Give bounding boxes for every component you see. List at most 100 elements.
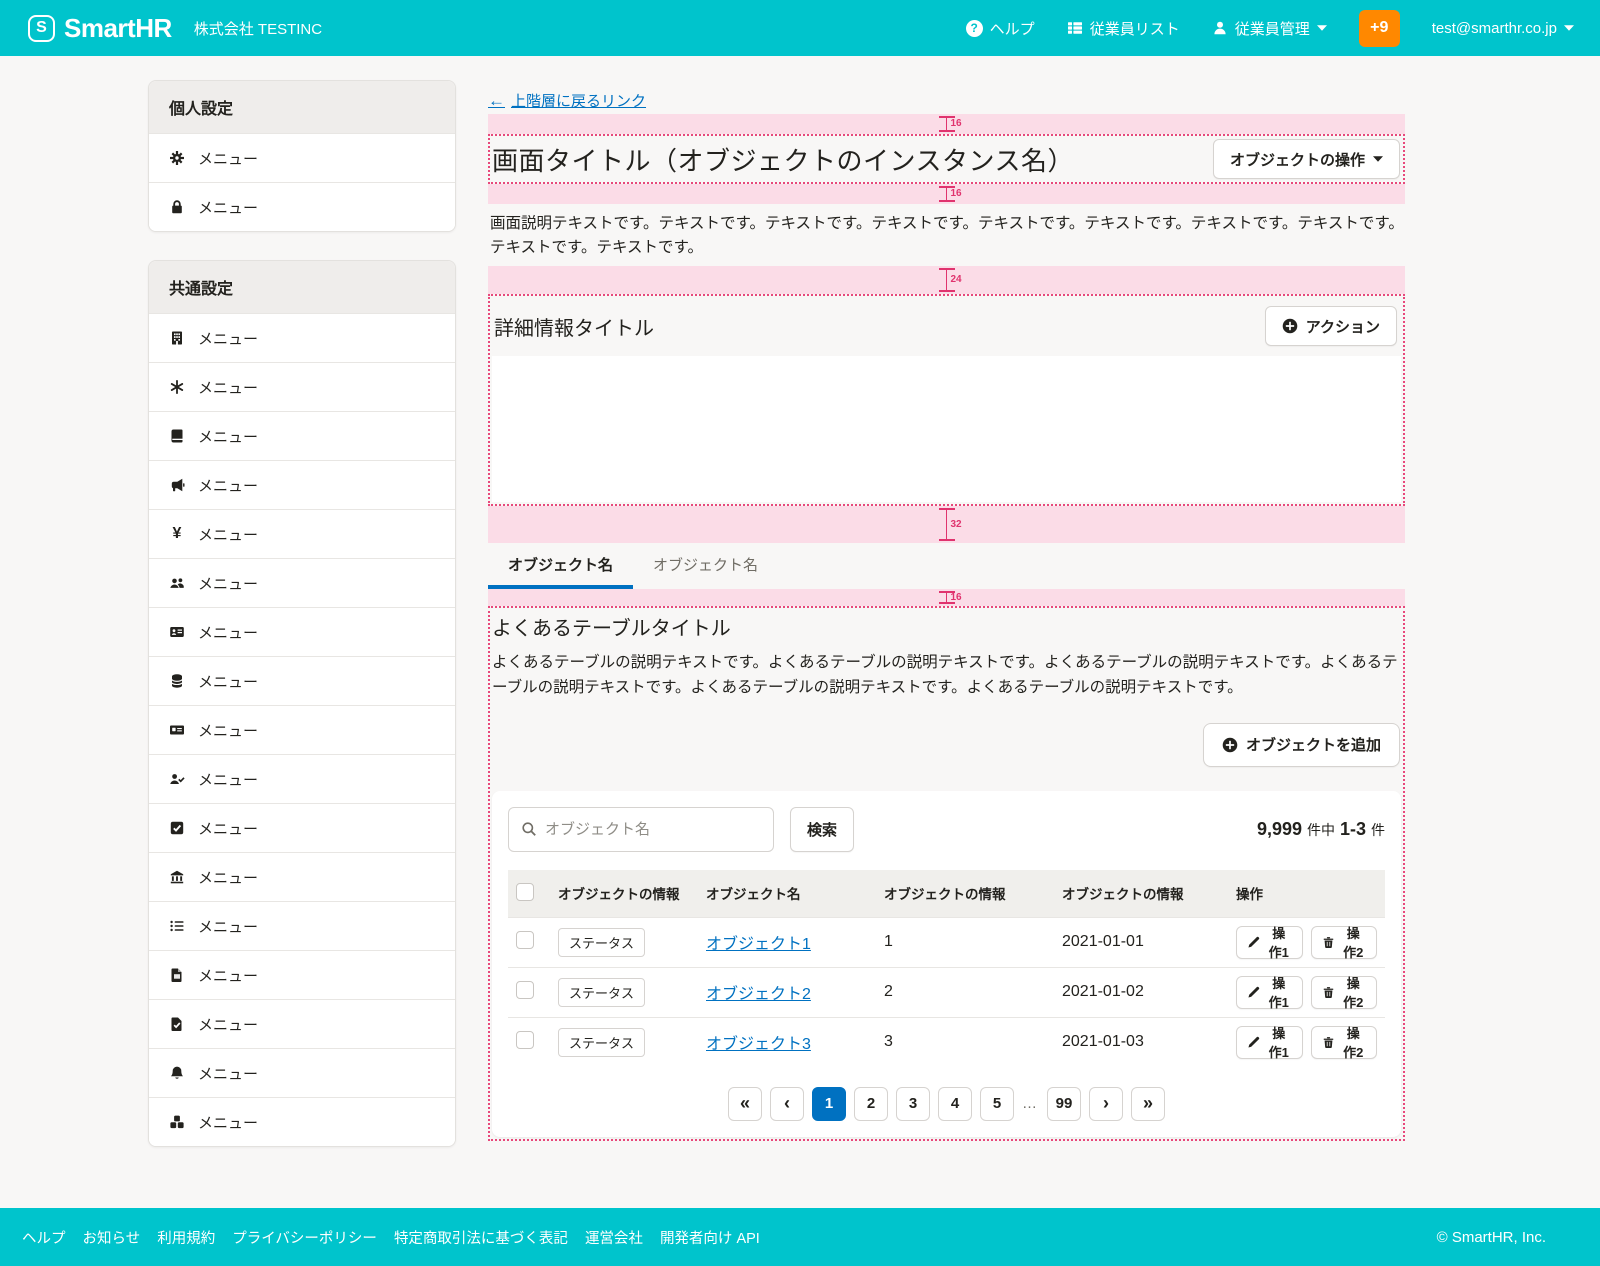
back-to-parent-link[interactable]: ← 上階層に戻るリンク [488,90,646,111]
table-section-description: よくあるテーブルの説明テキストです。よくあるテーブルの説明テキストです。よくある… [492,651,1401,701]
sidebar-item-menu[interactable]: メニュー [149,754,455,803]
object-link[interactable]: オブジェクト3 [706,1036,811,1053]
header-employee-mgmt-label: 従業員管理 [1235,18,1310,39]
sidebar-item-menu[interactable]: メニュー [149,133,455,182]
smarthr-logo[interactable]: S SmartHR [28,13,172,44]
sidebar-item-menu[interactable]: メニュー [149,803,455,852]
sidebar-item-menu[interactable]: メニュー [149,460,455,509]
tab-object-1[interactable]: オブジェクト名 [488,543,633,589]
sidebar-item-menu[interactable]: メニュー [149,1097,455,1146]
object-link[interactable]: オブジェクト1 [706,936,811,953]
footer-link-help[interactable]: ヘルプ [22,1227,66,1248]
pagination-page-4[interactable]: 4 [938,1087,972,1121]
header-help-label: ヘルプ [990,18,1035,39]
sidebar-item-menu[interactable]: メニュー [149,950,455,999]
sidebar-item-menu[interactable]: メニュー [149,313,455,362]
pagination-page-2[interactable]: 2 [854,1087,888,1121]
header-employee-mgmt-dropdown[interactable]: 従業員管理 [1212,18,1327,39]
footer-link-news[interactable]: お知らせ [83,1227,141,1248]
pagination-first-button[interactable]: « [728,1087,762,1121]
result-range: 1-3 [1340,819,1366,840]
edit-action-button[interactable]: 操作1 [1236,976,1303,1009]
detail-section-title: 詳細情報タイトル [494,312,654,341]
sidebar-item-label: メニュー [198,818,258,839]
sidebar-item-menu[interactable]: メニュー [149,705,455,754]
account-dropdown[interactable]: test@smarthr.co.jp [1432,20,1574,37]
column-header: オブジェクト名 [698,870,876,918]
delete-action-button[interactable]: 操作2 [1311,1026,1378,1059]
footer-links: ヘルプ お知らせ 利用規約 プライバシーポリシー 特定商取引法に基づく表記 運営… [22,1227,760,1248]
result-count: 9,999 件中 1-3 件 [1257,819,1385,840]
sidebar-item-menu[interactable]: メニュー [149,656,455,705]
user-check-icon [169,771,185,787]
sidebar-item-menu[interactable]: メニュー [149,607,455,656]
action-button[interactable]: アクション [1265,306,1397,346]
header-employee-list-link[interactable]: 従業員リスト [1067,18,1180,39]
footer-link-developer-api[interactable]: 開発者向け API [660,1227,760,1248]
pagination-page-1[interactable]: 1 [812,1087,846,1121]
select-row-checkbox[interactable] [516,1031,534,1049]
pagination-next-button[interactable]: › [1089,1087,1123,1121]
search-input[interactable] [545,821,761,838]
notification-count-badge[interactable]: +9 [1359,10,1400,47]
sidebar-item-menu[interactable]: メニュー [149,182,455,231]
select-row-checkbox[interactable] [516,931,534,949]
select-row-checkbox[interactable] [516,981,534,999]
spacing-indicator: 24 [488,266,1405,294]
sidebar-item-menu[interactable]: メニュー [149,852,455,901]
sidebar-item-menu[interactable]: メニュー [149,1048,455,1097]
object-link[interactable]: オブジェクト2 [706,986,811,1003]
header-help-link[interactable]: ? ヘルプ [966,18,1035,39]
pagination-last-button[interactable]: » [1131,1087,1165,1121]
person-icon [1212,20,1228,36]
edit-action-button[interactable]: 操作1 [1236,1026,1303,1059]
table-card: 検索 9,999 件中 1-3 件 オブジェクトの情報 オブジェクト名 [492,791,1401,1137]
sidebar-item-menu[interactable]: メニュー [149,362,455,411]
delete-action-button[interactable]: 操作2 [1311,926,1378,959]
pagination-prev-button[interactable]: ‹ [770,1087,804,1121]
object-actions-label: オブジェクトの操作 [1230,149,1365,170]
column-header: オブジェクトの情報 [876,870,1054,918]
sidebar-item-label: メニュー [198,1063,258,1084]
common-table-section: よくあるテーブルタイトル よくあるテーブルの説明テキストです。よくあるテーブルの… [488,606,1405,1141]
object-info-cell: 2 [876,967,1054,1017]
detail-section-body [492,356,1401,502]
pagination-page-3[interactable]: 3 [896,1087,930,1121]
tab-object-2[interactable]: オブジェクト名 [633,543,778,589]
sidebar-item-label: メニュー [198,148,258,169]
spacing-indicator: 16 [488,184,1405,204]
table-header-row: オブジェクトの情報 オブジェクト名 オブジェクトの情報 オブジェクトの情報 操作 [508,870,1385,918]
sidebar-group-common: 共通設定 メニュー メニュー メニュー メニュー ¥ メニュー [148,260,456,1147]
pagination-page-99[interactable]: 99 [1047,1087,1081,1121]
footer-link-operating-company[interactable]: 運営会社 [585,1227,643,1248]
back-arrow-icon: ← [488,91,505,111]
delete-action-button[interactable]: 操作2 [1311,976,1378,1009]
sidebar-item-menu[interactable]: メニュー [149,999,455,1048]
select-all-checkbox[interactable] [516,883,534,901]
sidebar-item-label: メニュー [198,769,258,790]
smarthr-logo-text: SmartHR [64,13,172,44]
bell-icon [169,1065,185,1081]
sidebar-group-title: 個人設定 [149,81,455,133]
lock-icon [169,199,185,215]
footer-link-commerce-law[interactable]: 特定商取引法に基づく表記 [394,1227,568,1248]
plus-circle-icon [1222,737,1238,753]
spacing-indicator: 16 [488,114,1405,134]
action-button-label: アクション [1306,316,1380,337]
sidebar-item-menu[interactable]: メニュー [149,558,455,607]
add-object-button[interactable]: オブジェクトを追加 [1203,723,1400,767]
search-field[interactable] [508,807,774,852]
table-section-title: よくあるテーブルタイトル [492,612,1401,641]
back-link-label: 上階層に戻るリンク [511,90,646,111]
object-actions-dropdown-button[interactable]: オブジェクトの操作 [1213,139,1400,179]
edit-action-button[interactable]: 操作1 [1236,926,1303,959]
sidebar-item-menu[interactable]: ¥ メニュー [149,509,455,558]
account-email: test@smarthr.co.jp [1432,20,1557,37]
search-button[interactable]: 検索 [790,807,854,852]
footer-link-privacy[interactable]: プライバシーポリシー [232,1227,377,1248]
pagination-page-5[interactable]: 5 [980,1087,1014,1121]
footer-link-terms[interactable]: 利用規約 [157,1227,215,1248]
sidebar-item-menu[interactable]: メニュー [149,411,455,460]
search-icon [521,821,537,837]
sidebar-item-menu[interactable]: メニュー [149,901,455,950]
